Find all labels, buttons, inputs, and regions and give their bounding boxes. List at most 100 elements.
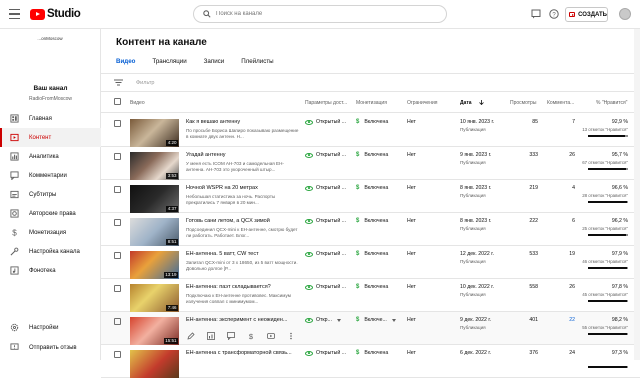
table-row[interactable]: EH-антенна с трансформаторной связь... От… <box>101 345 640 378</box>
visibility-cell[interactable]: Открытый ... <box>305 119 346 125</box>
visibility-cell[interactable]: Открытый ... <box>305 284 346 290</box>
row-checkbox[interactable] <box>114 219 121 226</box>
monetization-cell[interactable]: $ Включена <box>356 185 388 191</box>
monetization-cell[interactable]: $ Включе... <box>356 317 396 323</box>
sidebar-item-dashboard[interactable]: Главная <box>0 109 101 128</box>
monetization-cell[interactable]: $ Включена <box>356 350 388 356</box>
table-row[interactable]: 4:20 Как я вешаю антенну По просьбе Бориса… <box>101 114 640 147</box>
video-title[interactable]: EH-антенна. 5 ватт, CW тест <box>186 251 299 257</box>
column-monetization[interactable]: Монетизация <box>356 100 387 106</box>
video-title[interactable]: EH-антенна с трансформаторной связь... <box>186 350 299 356</box>
video-thumbnail[interactable]: 8:51 <box>130 218 179 246</box>
video-thumbnail[interactable]: 7:46 <box>130 284 179 312</box>
sidebar-item-comments[interactable]: Комментарии <box>0 166 101 185</box>
column-comments[interactable]: Коммента... <box>547 100 574 106</box>
visibility-value: Открытый ... <box>316 251 347 257</box>
table-row[interactable]: 4:37 Ночной WSPR на 20 метрах Небольшая ст… <box>101 180 640 213</box>
likes-count: 45 отметок "Нравится" <box>582 292 628 297</box>
table-row[interactable]: 3:53 Угадай антенну У меня есть ICOM AH-70… <box>101 147 640 180</box>
row-checkbox[interactable] <box>114 120 121 127</box>
likes-ratio-bar <box>588 366 628 368</box>
sidebar-item-copyright[interactable]: Авторские права <box>0 204 101 223</box>
monetization-cell[interactable]: $ Включена <box>356 251 388 257</box>
row-checkbox[interactable] <box>114 351 121 358</box>
filter-icon[interactable] <box>114 79 123 86</box>
monetization-cell[interactable]: $ Включена <box>356 152 388 158</box>
sidebar-item-feedback[interactable]: Отправить отзыв <box>0 338 101 357</box>
comments-icon[interactable] <box>227 332 235 340</box>
video-title[interactable]: Как я вешаю антенну <box>186 119 299 125</box>
chevron-down-icon[interactable] <box>336 318 341 322</box>
comments-icon <box>10 171 19 180</box>
youtube-play-icon[interactable] <box>267 332 275 340</box>
column-views[interactable]: Просмотры <box>510 100 536 106</box>
visibility-cell[interactable]: Открытый ... <box>305 251 346 257</box>
date-value: 10 янв. 2023 г. <box>460 119 495 125</box>
filter-bar[interactable]: Фильтр <box>101 74 640 92</box>
video-title[interactable]: EH-антенна: паэт складывается? <box>186 284 299 290</box>
video-thumbnail[interactable]: 4:37 <box>130 185 179 213</box>
video-thumbnail[interactable]: 4:20 <box>130 119 179 147</box>
monetization-cell[interactable]: $ Включена <box>356 218 388 224</box>
edit-icon[interactable] <box>187 332 195 340</box>
monetization-cell[interactable]: $ Включена <box>356 284 388 290</box>
sidebar-item-audio-library[interactable]: Фонотека <box>0 261 101 280</box>
row-checkbox[interactable] <box>114 252 121 259</box>
sidebar-item-settings[interactable]: Настройки <box>0 318 101 337</box>
scrollbar[interactable] <box>634 29 640 360</box>
video-title[interactable]: Угадай антенну <box>186 152 299 158</box>
column-likes[interactable]: % "Нравится" <box>596 100 627 106</box>
video-thumbnail[interactable]: 3:53 <box>130 152 179 180</box>
sidebar-item-subtitles[interactable]: Субтитры <box>0 185 101 204</box>
likes-ratio-bar <box>588 267 628 269</box>
tab-videos[interactable]: Видео <box>114 58 137 74</box>
tab-playlists[interactable]: Плейлисты <box>241 58 273 73</box>
video-title[interactable]: EH-антенна: эксперимент с неожиден... <box>186 317 299 323</box>
video-thumbnail[interactable]: 15:51 <box>130 317 179 345</box>
video-title[interactable]: Ночной WSPR на 20 метрах <box>186 185 299 191</box>
column-date[interactable]: Дата <box>460 100 472 106</box>
analytics-icon[interactable] <box>207 332 215 340</box>
visibility-cell[interactable]: Откр... <box>305 317 341 323</box>
search-input[interactable] <box>216 8 436 20</box>
table-row[interactable]: 7:46 EH-антенна: паэт складывается? Подклю… <box>101 279 640 312</box>
monetization-icon[interactable]: $ <box>247 332 255 340</box>
video-title[interactable]: Готовь сани летом, а QCX зимой <box>186 218 299 224</box>
feedback-message-icon[interactable] <box>531 9 541 19</box>
row-checkbox[interactable] <box>114 285 121 292</box>
search-box[interactable] <box>193 5 447 23</box>
video-thumbnail[interactable] <box>130 350 179 378</box>
account-avatar[interactable] <box>619 8 631 20</box>
tab-posts[interactable]: Записи <box>204 58 225 73</box>
video-thumbnail[interactable]: 13:19 <box>130 251 179 279</box>
table-row[interactable]: 15:51 EH-антенна: эксперимент с неожиден.… <box>101 312 640 345</box>
select-all-checkbox[interactable] <box>114 98 121 105</box>
visibility-cell[interactable]: Открытый ... <box>305 185 346 191</box>
row-checkbox[interactable] <box>114 318 121 325</box>
more-icon[interactable] <box>287 332 295 340</box>
help-icon[interactable]: ? <box>549 9 559 19</box>
video-duration: 4:37 <box>166 206 178 212</box>
monetization-cell[interactable]: $ Включена <box>356 119 388 125</box>
row-checkbox[interactable] <box>114 186 121 193</box>
channel-logo[interactable]: ...onMoscow <box>26 31 74 59</box>
column-visibility[interactable]: Параметры дост... <box>305 100 347 106</box>
comments-value[interactable]: 22 <box>545 317 575 323</box>
table-row[interactable]: 13:19 EH-антенна. 5 ватт, CW тест Запитал … <box>101 246 640 279</box>
tab-live[interactable]: Трансляции <box>152 58 186 73</box>
visibility-cell[interactable]: Открытый ... <box>305 218 346 224</box>
create-button[interactable]: СОЗДАТЬ <box>565 7 608 22</box>
menu-icon[interactable] <box>9 9 20 19</box>
sidebar-item-analytics[interactable]: Аналитика <box>0 147 101 166</box>
table-row[interactable]: 8:51 Готовь сани летом, а QCX зимой Подсое… <box>101 213 640 246</box>
sidebar-item-content[interactable]: Контент <box>0 128 101 147</box>
visibility-cell[interactable]: Открытый ... <box>305 152 346 158</box>
sort-down-icon[interactable] <box>479 100 484 105</box>
column-restrictions[interactable]: Ограничения <box>407 100 437 106</box>
sidebar-item-customization[interactable]: Настройка канала <box>0 242 101 261</box>
studio-logo[interactable]: Studio <box>30 8 81 20</box>
row-checkbox[interactable] <box>114 153 121 160</box>
sidebar-item-monetization[interactable]: $ Монетизация <box>0 223 101 242</box>
visibility-cell[interactable]: Открытый ... <box>305 350 346 356</box>
chevron-down-icon[interactable] <box>391 318 396 322</box>
